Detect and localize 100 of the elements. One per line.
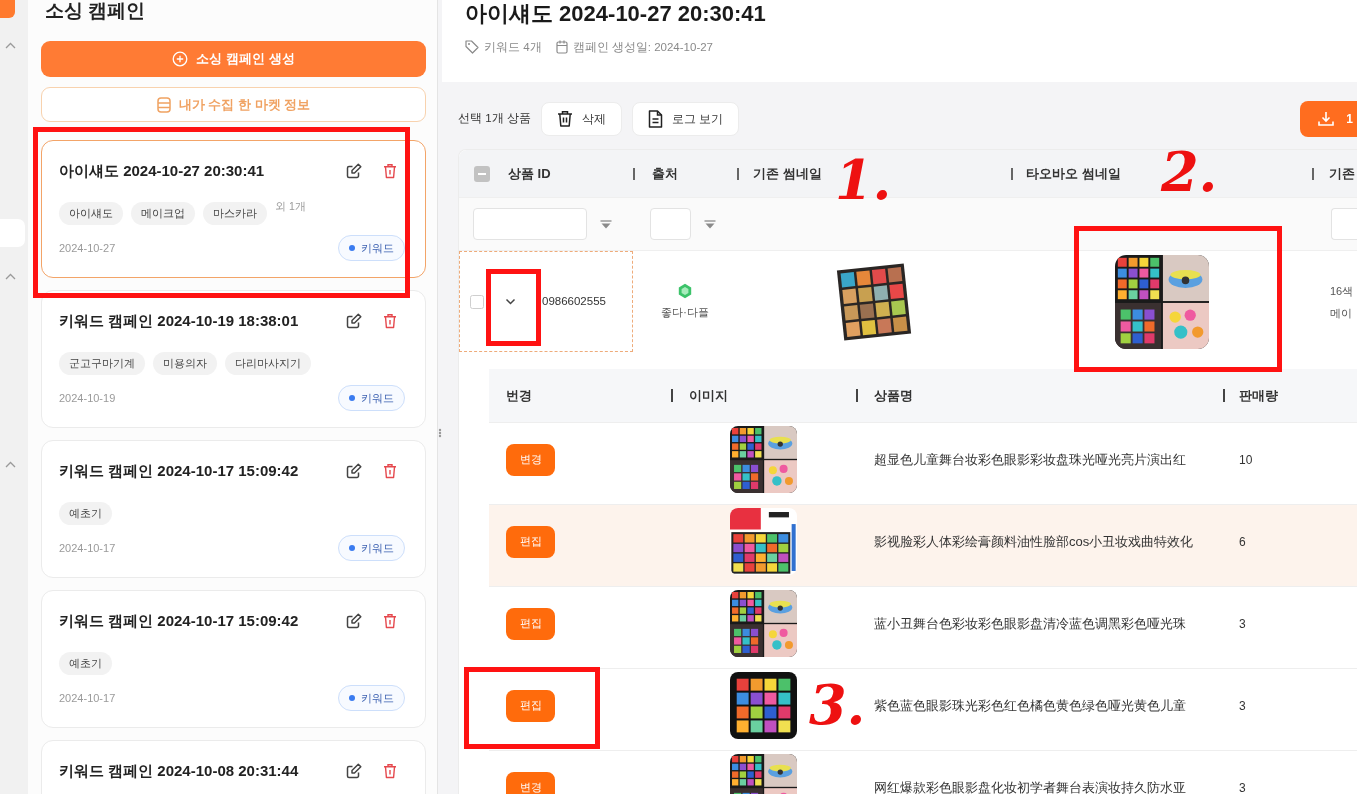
change-button[interactable]: 편집 xyxy=(506,689,555,722)
sales-count: 6 xyxy=(1239,533,1246,551)
product-name: 网红爆款彩色眼影盘化妆初学者舞台表演妆持久防水亚 xyxy=(874,778,1186,794)
chevron-up-icon[interactable] xyxy=(5,42,16,49)
keyword-tag: 군고구마기계 xyxy=(59,352,145,375)
download-icon xyxy=(1318,111,1335,127)
product-name: 影视脸彩人体彩绘膏颜料油性脸部cos小丑妆戏曲特效化 xyxy=(874,532,1194,551)
chevron-down-icon[interactable] xyxy=(505,296,516,307)
campaign-card[interactable]: 키워드 캠페인 2024-10-17 15:09:42 예초기 2024-10-17 키워드 xyxy=(41,590,426,728)
column-header: 상품명 xyxy=(856,369,1223,422)
change-button[interactable]: 변경 xyxy=(506,443,555,476)
trash-icon[interactable] xyxy=(383,613,397,629)
campaign-type-label: 키워드 xyxy=(361,390,394,406)
plus-circle-icon xyxy=(172,51,189,67)
campaign-title: 키워드 캠페인 2024-10-17 15:09:42 xyxy=(59,460,299,481)
campaign-date: 2024-10-19 xyxy=(59,390,116,406)
more-tags-count: 외 1개 xyxy=(275,199,306,214)
market-info-button[interactable]: 내가 수집 한 마켓 정보 xyxy=(41,87,426,122)
edit-icon[interactable] xyxy=(346,313,362,329)
product-name: 蓝小丑舞台色彩妆彩色眼影盘清冷蓝色调黑彩色哑光珠 xyxy=(874,614,1186,633)
column-header: 번경 xyxy=(505,386,533,405)
filter-field[interactable] xyxy=(1331,208,1357,240)
keyword-tag: 미용의자 xyxy=(153,352,217,375)
annotation-number: 2. xyxy=(1161,144,1218,200)
sales-count: 3 xyxy=(1239,779,1246,794)
trash-icon[interactable] xyxy=(383,313,397,329)
column-header: 기존 xyxy=(1329,164,1355,183)
edit-icon[interactable] xyxy=(346,763,362,779)
dot-icon xyxy=(349,395,355,401)
column-header: 이미지 xyxy=(671,369,856,422)
cell-text: 16색 메이 xyxy=(1329,283,1355,321)
view-log-button[interactable]: 로그 보기 xyxy=(631,102,740,136)
column-header: 기존 썸네일 xyxy=(753,164,822,183)
list-icon xyxy=(156,96,171,113)
keyword-count: 키워드 4개 xyxy=(484,40,542,54)
filter-icon[interactable] xyxy=(600,219,612,229)
annotation-number: 3. xyxy=(809,677,866,733)
page-title: 아이섀도 2024-10-27 20:30:41 xyxy=(465,0,767,28)
change-button[interactable]: 변경 xyxy=(506,771,555,794)
keyword-tag: 메이크업 xyxy=(131,202,195,225)
edit-icon[interactable] xyxy=(346,163,362,179)
product-name: 超显色儿童舞台妆彩色眼影彩妆盘珠光哑光亮片演出红 xyxy=(874,450,1186,469)
tag-icon xyxy=(465,40,479,54)
campaign-date: 2024-10-17 xyxy=(59,540,116,556)
row-checkbox[interactable] xyxy=(470,294,484,309)
keyword-tag: 마스카라 xyxy=(203,202,267,225)
campaign-card[interactable]: 아이섀도 2024-10-27 20:30:41 아이섀도 메이크업 마스카라 외 1개 2024-10-27 키워드 xyxy=(41,140,426,278)
campaign-date: 2024-10-27 xyxy=(59,240,116,256)
column-header: 판매량 xyxy=(1223,369,1357,422)
sales-count: 10 xyxy=(1239,451,1253,469)
edit-icon[interactable] xyxy=(346,463,362,479)
campaign-title: 키워드 캠페인 2024-10-17 15:09:42 xyxy=(59,610,299,631)
campaign-title: 키워드 캠페인 2024-10-19 18:38:01 xyxy=(59,310,299,331)
dot-icon xyxy=(349,245,355,251)
keyword-tag: 예초기 xyxy=(59,502,112,525)
column-header: 출처 xyxy=(652,164,678,183)
campaign-card[interactable]: 키워드 캠페인 2024-10-08 20:31:44 xyxy=(41,740,426,794)
keyword-tag: 다리마사지기 xyxy=(225,352,311,375)
edit-icon[interactable] xyxy=(346,613,362,629)
chevron-up-icon[interactable] xyxy=(5,461,16,468)
select-all-checkbox[interactable] xyxy=(474,165,490,182)
campaign-card[interactable]: 키워드 캠페인 2024-10-17 15:09:42 예초기 2024-10-17 키워드 xyxy=(41,440,426,578)
palette-photo-drawing xyxy=(730,426,797,493)
filter-icon[interactable] xyxy=(704,219,716,229)
active-nav-item[interactable] xyxy=(0,0,15,18)
product-id: 0986602555 xyxy=(542,293,606,309)
trash-icon[interactable] xyxy=(383,763,397,779)
keyword-tag: 예초기 xyxy=(59,652,112,675)
trash-icon[interactable] xyxy=(383,463,397,479)
palette-photo-drawing xyxy=(730,672,797,739)
delete-button[interactable]: 삭제 xyxy=(540,102,622,136)
campaign-title: 키워드 캠페인 2024-10-08 20:31:44 xyxy=(59,760,299,781)
column-header: 상품 ID xyxy=(508,164,551,183)
palette-photo-drawing xyxy=(730,508,797,575)
annotation-number: 1. xyxy=(835,152,892,208)
campaign-card[interactable]: 키워드 캠페인 2024-10-19 18:38:01 군고구마기계 미용의자 다리마사지기 2024-10-19 키워드 xyxy=(41,290,426,428)
product-name: 紫色蓝色眼影珠光彩色红色橘色黄色绿色哑光黄色儿童 xyxy=(874,696,1186,715)
sales-count: 3 xyxy=(1239,697,1246,715)
trash-icon xyxy=(556,110,573,128)
keyword-tag: 아이섀도 xyxy=(59,202,123,225)
download-button[interactable]: 1 xyxy=(1300,101,1357,137)
change-button[interactable]: 편집 xyxy=(506,607,555,640)
document-icon xyxy=(647,110,663,128)
trash-icon[interactable] xyxy=(383,163,397,179)
gem-icon xyxy=(677,282,693,299)
dot-icon xyxy=(349,695,355,701)
create-campaign-button[interactable]: 소싱 캠페인 생성 xyxy=(41,41,426,77)
filter-field[interactable] xyxy=(473,208,587,240)
change-button[interactable]: 편집 xyxy=(506,525,555,558)
filter-field[interactable] xyxy=(650,208,691,240)
created-date: 캠페인 생성일: 2024-10-27 xyxy=(572,40,713,54)
chevron-up-icon[interactable] xyxy=(5,273,16,280)
drag-handle-icon[interactable] xyxy=(438,428,442,438)
column-header: 타오바오 썸네일 xyxy=(1026,164,1121,183)
calendar-icon xyxy=(555,40,568,54)
campaign-type-label: 키워드 xyxy=(361,240,394,256)
sidebar-title: 소싱 캠페인 xyxy=(45,0,147,22)
palette-photo-drawing xyxy=(730,590,797,657)
campaign-type-label: 키워드 xyxy=(361,690,394,706)
campaign-type-label: 키워드 xyxy=(361,540,394,556)
